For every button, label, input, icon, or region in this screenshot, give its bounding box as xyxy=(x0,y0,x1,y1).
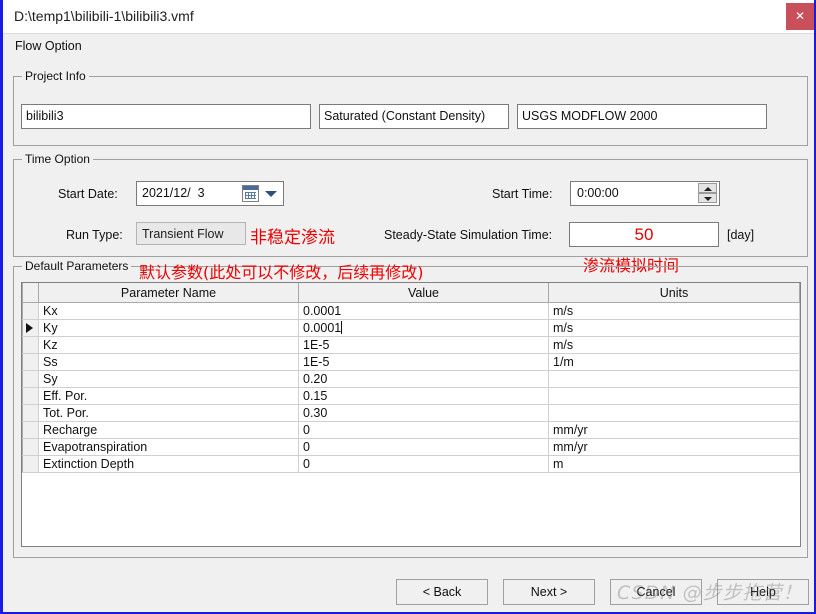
cell-value-text: 0.0001 xyxy=(303,321,341,335)
cancel-button[interactable]: Cancel xyxy=(610,579,702,605)
cell-units[interactable]: m/s xyxy=(549,337,800,354)
menu-item-flow-option[interactable]: Flow Option xyxy=(15,39,82,53)
cell-units[interactable]: m xyxy=(549,456,800,473)
table-row[interactable]: Eff. Por.0.15 xyxy=(23,388,800,405)
cell-parameter-name[interactable]: Kz xyxy=(39,337,299,354)
cell-value[interactable]: 0.20 xyxy=(299,371,549,388)
cell-units[interactable]: m/s xyxy=(549,303,800,320)
flow-type-input[interactable]: Saturated (Constant Density) xyxy=(319,104,509,129)
cell-value[interactable]: 1E-5 xyxy=(299,354,549,371)
table-row[interactable]: Tot. Por.0.30 xyxy=(23,405,800,422)
cell-value[interactable]: 1E-5 xyxy=(299,337,549,354)
cell-value[interactable]: 0.30 xyxy=(299,405,549,422)
cell-value[interactable]: 0 xyxy=(299,439,549,456)
project-name-input[interactable]: bilibili3 xyxy=(21,104,311,129)
flow-option-dialog: D:\temp1\bilibili-1\bilibili3.vmf ✕ Flow… xyxy=(0,0,816,614)
row-marker-cell[interactable] xyxy=(23,354,39,371)
start-time-value: 0:00:00 xyxy=(577,186,619,200)
title-bar: D:\temp1\bilibili-1\bilibili3.vmf ✕ xyxy=(3,0,814,34)
table-row[interactable]: Kz1E-5m/s xyxy=(23,337,800,354)
start-date-label: Start Date: xyxy=(58,187,118,201)
cell-parameter-name[interactable]: Kx xyxy=(39,303,299,320)
start-date-input[interactable]: 2021/12/ 3 xyxy=(136,181,284,206)
row-marker-cell[interactable] xyxy=(23,303,39,320)
chevron-down-icon[interactable] xyxy=(265,191,277,197)
cell-parameter-name[interactable]: Ss xyxy=(39,354,299,371)
text-caret xyxy=(341,321,342,334)
row-marker-cell[interactable] xyxy=(23,405,39,422)
steady-state-simulation-time-input[interactable]: 50 xyxy=(569,222,719,247)
time-option-legend: Time Option xyxy=(22,152,93,166)
start-date-value: 2021/12/ 3 xyxy=(142,186,205,200)
cell-parameter-name[interactable]: Tot. Por. xyxy=(39,405,299,422)
start-time-label: Start Time: xyxy=(492,187,552,201)
run-type-value: Transient Flow xyxy=(136,222,246,245)
cell-value[interactable]: 0.0001 xyxy=(299,320,549,337)
table-row[interactable]: Ss1E-51/m xyxy=(23,354,800,371)
row-marker-cell[interactable] xyxy=(23,388,39,405)
run-type-label: Run Type: xyxy=(66,228,123,242)
cell-units[interactable] xyxy=(549,405,800,422)
parameters-table-container[interactable]: Parameter Name Value Units Kx0.0001m/sKy… xyxy=(21,282,801,547)
column-header-parameter-name[interactable]: Parameter Name xyxy=(39,283,299,303)
back-button[interactable]: < Back xyxy=(396,579,488,605)
cell-value[interactable]: 0.0001 xyxy=(299,303,549,320)
cell-parameter-name[interactable]: Sy xyxy=(39,371,299,388)
table-row[interactable]: Kx0.0001m/s xyxy=(23,303,800,320)
cell-value[interactable]: 0 xyxy=(299,422,549,439)
row-marker-cell[interactable] xyxy=(23,371,39,388)
cell-units[interactable] xyxy=(549,371,800,388)
table-row[interactable]: Ky 0.0001 m/s xyxy=(23,320,800,337)
row-marker-cell[interactable] xyxy=(23,337,39,354)
simulation-engine-input[interactable]: USGS MODFLOW 2000 xyxy=(517,104,767,129)
steady-state-simulation-time-label: Steady-State Simulation Time: xyxy=(384,228,552,242)
column-header-value[interactable]: Value xyxy=(299,283,549,303)
spinner-up-icon[interactable] xyxy=(698,183,717,193)
row-marker-cell[interactable] xyxy=(23,320,39,337)
table-row[interactable]: Extinction Depth0m xyxy=(23,456,800,473)
day-unit-label: [day] xyxy=(727,228,754,242)
current-row-arrow-icon xyxy=(26,323,33,333)
cell-units[interactable]: 1/m xyxy=(549,354,800,371)
row-marker-header xyxy=(23,283,39,303)
cell-parameter-name[interactable]: Eff. Por. xyxy=(39,388,299,405)
cell-value[interactable]: 0 xyxy=(299,456,549,473)
row-marker-cell[interactable] xyxy=(23,422,39,439)
cell-parameter-name[interactable]: Extinction Depth xyxy=(39,456,299,473)
start-time-stepper[interactable] xyxy=(698,183,717,204)
table-row[interactable]: Recharge0mm/yr xyxy=(23,422,800,439)
annotation-default-parameters: 默认参数(此处可以不修改，后续再修改) xyxy=(139,259,424,283)
next-button[interactable]: Next > xyxy=(503,579,595,605)
parameters-table-body: Kx0.0001m/sKy0.0001m/sKz1E-5m/sSs1E-51/m… xyxy=(23,303,800,473)
cell-parameter-name[interactable]: Ky xyxy=(39,320,299,337)
cell-units[interactable]: mm/yr xyxy=(549,439,800,456)
calendar-icon[interactable] xyxy=(242,185,259,202)
cell-units[interactable]: mm/yr xyxy=(549,422,800,439)
row-marker-cell[interactable] xyxy=(23,439,39,456)
menu-bar: Flow Option xyxy=(3,34,814,61)
column-header-units[interactable]: Units xyxy=(549,283,800,303)
default-parameters-legend: Default Parameters xyxy=(22,259,131,273)
start-time-input[interactable]: 0:00:00 xyxy=(570,181,720,206)
cell-units[interactable]: m/s xyxy=(549,320,800,337)
spinner-down-icon[interactable] xyxy=(698,193,717,203)
cell-units[interactable] xyxy=(549,388,800,405)
annotation-run-type: 非稳定渗流 xyxy=(250,223,335,248)
row-marker-cell[interactable] xyxy=(23,456,39,473)
table-header-row: Parameter Name Value Units xyxy=(23,283,800,303)
project-info-legend: Project Info xyxy=(22,69,89,83)
close-icon[interactable]: ✕ xyxy=(786,3,814,30)
window-title: D:\temp1\bilibili-1\bilibili3.vmf xyxy=(14,8,194,24)
parameters-table: Parameter Name Value Units Kx0.0001m/sKy… xyxy=(22,283,800,473)
cell-parameter-name[interactable]: Recharge xyxy=(39,422,299,439)
help-button[interactable]: Help xyxy=(717,579,809,605)
cell-value[interactable]: 0.15 xyxy=(299,388,549,405)
cell-parameter-name[interactable]: Evapotranspiration xyxy=(39,439,299,456)
table-row[interactable]: Sy0.20 xyxy=(23,371,800,388)
table-row[interactable]: Evapotranspiration0mm/yr xyxy=(23,439,800,456)
